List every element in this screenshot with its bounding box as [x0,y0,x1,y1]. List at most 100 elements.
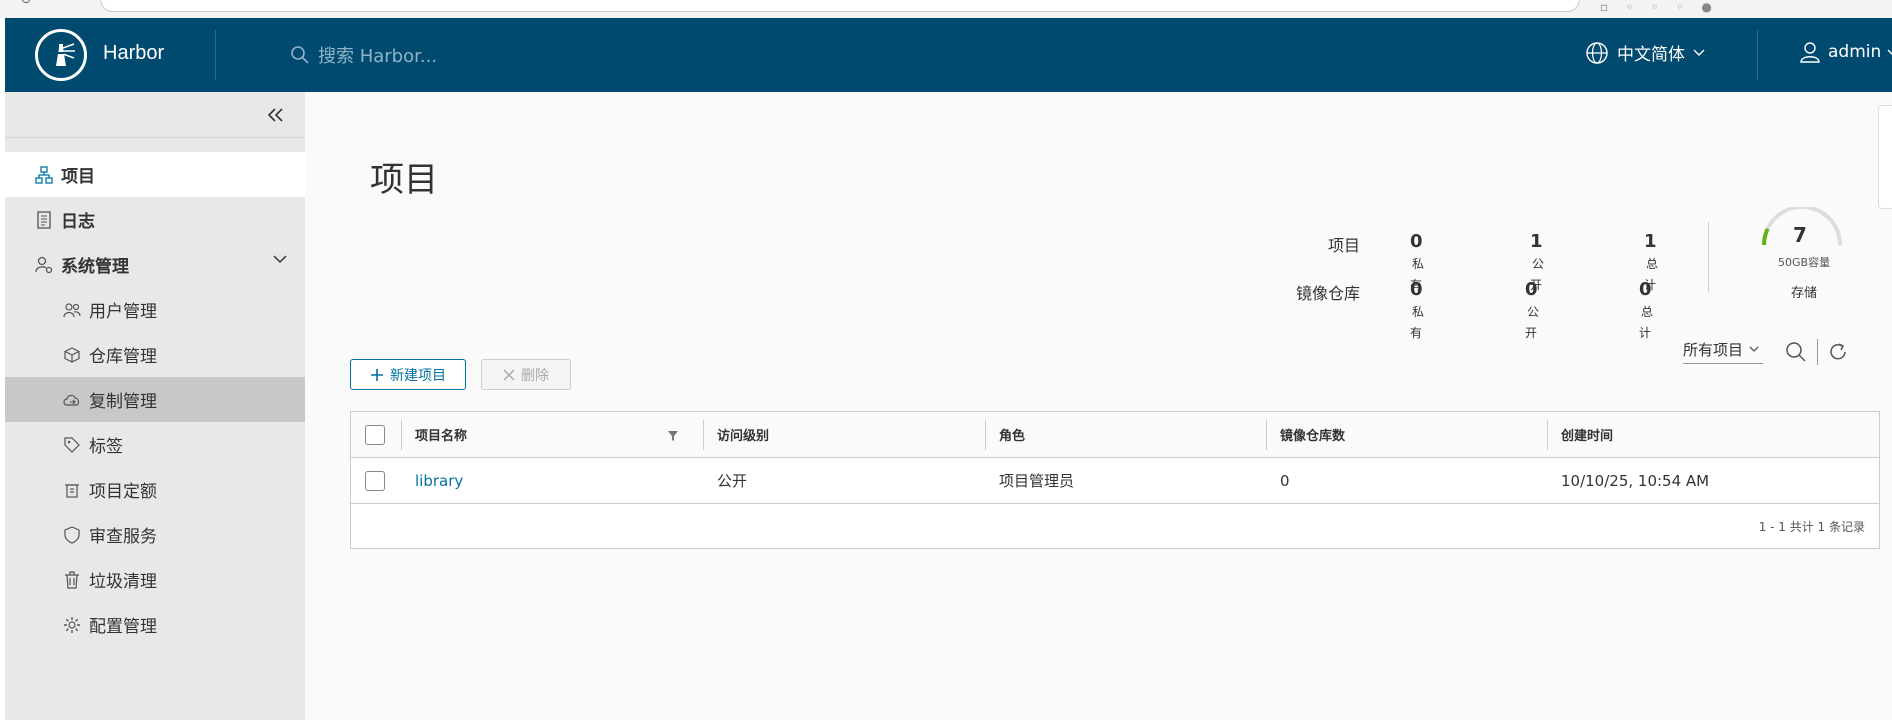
quota-icon [63,481,81,499]
column-header-created[interactable]: 创建时间 [1547,412,1877,457]
column-header-access[interactable]: 访问级别 [703,412,985,457]
username: admin [1828,42,1882,62]
chevron-down-icon [1749,346,1759,352]
table-header: 项目名称 访问级别 角色 镜像仓库数 创建时间 [351,412,1879,458]
new-project-label: 新建项目 [390,367,446,384]
cell-access: 公开 [717,472,748,490]
brand-name[interactable]: Harbor [103,42,164,65]
globe-icon [1586,41,1608,64]
lighthouse-icon [56,43,75,66]
gear-icon [63,616,81,634]
projects-icon [35,165,53,184]
cell-project-name: library [401,458,703,503]
side-panel-tab[interactable] [1878,105,1892,209]
stat-label-repos: 镜像仓库 [1295,284,1360,303]
close-icon [503,368,515,381]
sidebar-item-registries[interactable]: 仓库管理 [5,332,305,377]
chevron-down-icon [1887,49,1892,55]
browser-toolbar-icons[interactable]: ▫◦◦◦● [1600,0,1880,14]
plus-icon [371,368,383,381]
cell-role: 项目管理员 [999,472,1075,490]
shield-icon [63,525,81,544]
table-row: library 公开 项目管理员 0 10/10/25, 10:54 AM [351,458,1879,504]
refresh-icon[interactable] [1828,342,1848,362]
double-chevron-left-icon [267,107,283,122]
harbor-logo[interactable] [35,29,87,81]
address-bar[interactable] [100,0,1580,12]
column-header-role[interactable]: 角色 [985,412,1266,457]
sidebar-item-projects[interactable]: 项目 [5,152,305,197]
new-project-button[interactable]: 新建项目 [350,359,466,390]
storage-label: 存储 [1791,286,1818,301]
language-selector[interactable]: 中文简体 [1585,40,1705,65]
table-tools [1785,339,1848,365]
sidebar-item-config[interactable]: 配置管理 [5,602,305,647]
cell-repo-count: 0 [1280,471,1290,490]
stat-repo-private: 0私有 [1410,279,1425,340]
sidebar: 项目 日志 系统管理 用户管理 仓库管理 复制管理 标签 项目定额 审查服务 垃… [5,92,305,720]
row-select-cell [351,458,401,503]
sidebar-item-logs[interactable]: 日志 [5,197,305,242]
project-filter-select[interactable]: 所有项目 [1683,336,1764,364]
stat-repo-public: 0公开 [1525,279,1540,340]
sidebar-item-label: 仓库管理 [89,347,157,367]
stat-repo-total: 0总计 [1639,279,1654,340]
storage-value: 7 [1793,223,1807,247]
sidebar-item-label: 用户管理 [89,302,157,322]
cell-created: 10/10/25, 10:54 AM [1561,471,1710,490]
chevron-down-icon [1693,49,1705,56]
page-title: 项目 [370,160,438,200]
column-repo-count-label: 镜像仓库数 [1280,429,1346,444]
delete-label: 删除 [521,367,549,384]
filter-icon[interactable] [667,430,679,442]
sidebar-item-admin[interactable]: 系统管理 [5,242,305,287]
sidebar-item-label: 垃圾清理 [89,572,157,592]
replication-icon [63,391,81,409]
filter-selected-value: 所有项目 [1683,341,1744,359]
sidebar-item-users[interactable]: 用户管理 [5,287,305,332]
projects-table: 项目名称 访问级别 角色 镜像仓库数 创建时间 library 公开 项目管理员… [350,411,1880,549]
admin-icon [35,256,53,274]
delete-button[interactable]: 删除 [481,359,571,390]
sidebar-item-label: 审查服务 [89,527,157,547]
sidebar-item-quotas[interactable]: 项目定额 [5,467,305,512]
chevron-down-icon [273,255,287,264]
global-search[interactable]: 搜索 Harbor... [290,42,437,68]
sidebar-item-replications[interactable]: 复制管理 [5,377,305,422]
tag-icon [63,436,81,454]
sidebar-nav: 项目 日志 系统管理 用户管理 仓库管理 复制管理 标签 项目定额 审查服务 垃… [5,152,305,647]
column-name-label: 项目名称 [415,429,468,444]
sidebar-item-gc[interactable]: 垃圾清理 [5,557,305,602]
sidebar-item-label: 配置管理 [89,617,157,637]
sidebar-item-label: 标签 [89,437,123,457]
header-divider [1757,30,1758,80]
user-menu[interactable]: admin [1798,40,1892,64]
select-all-checkbox[interactable] [365,424,385,445]
top-header: Harbor 搜索 Harbor... 中文简体 admin [5,18,1892,92]
column-header-repo-count[interactable]: 镜像仓库数 [1266,412,1547,457]
column-header-name[interactable]: 项目名称 [401,412,703,457]
search-input[interactable]: 搜索 Harbor... [318,42,437,68]
row-checkbox[interactable] [365,470,385,491]
language-label: 中文简体 [1617,45,1685,65]
sidebar-item-interrogation[interactable]: 审查服务 [5,512,305,557]
storage-caption: 50GB容量 [1778,256,1831,269]
sidebar-collapse-button[interactable] [5,92,305,138]
browser-nav-icon[interactable]: ↻ [20,0,32,8]
tools-divider [1817,339,1818,365]
logs-icon [35,210,53,229]
table-footer: 1 - 1 共计 1 条记录 [1758,519,1865,534]
project-link[interactable]: library [415,472,463,490]
stats-divider [1708,222,1709,292]
sidebar-item-labels[interactable]: 标签 [5,422,305,467]
column-access-label: 访问级别 [717,429,770,444]
sidebar-item-label: 项目定额 [89,482,157,502]
sidebar-item-label: 系统管理 [61,257,129,277]
search-icon[interactable] [1785,341,1807,363]
search-icon [291,46,309,64]
browser-chrome: ↻ ▫◦◦◦● [0,0,1892,18]
user-icon [1800,42,1820,63]
registry-icon [63,346,81,364]
sidebar-item-label: 项目 [61,167,95,187]
trash-icon [63,570,81,589]
